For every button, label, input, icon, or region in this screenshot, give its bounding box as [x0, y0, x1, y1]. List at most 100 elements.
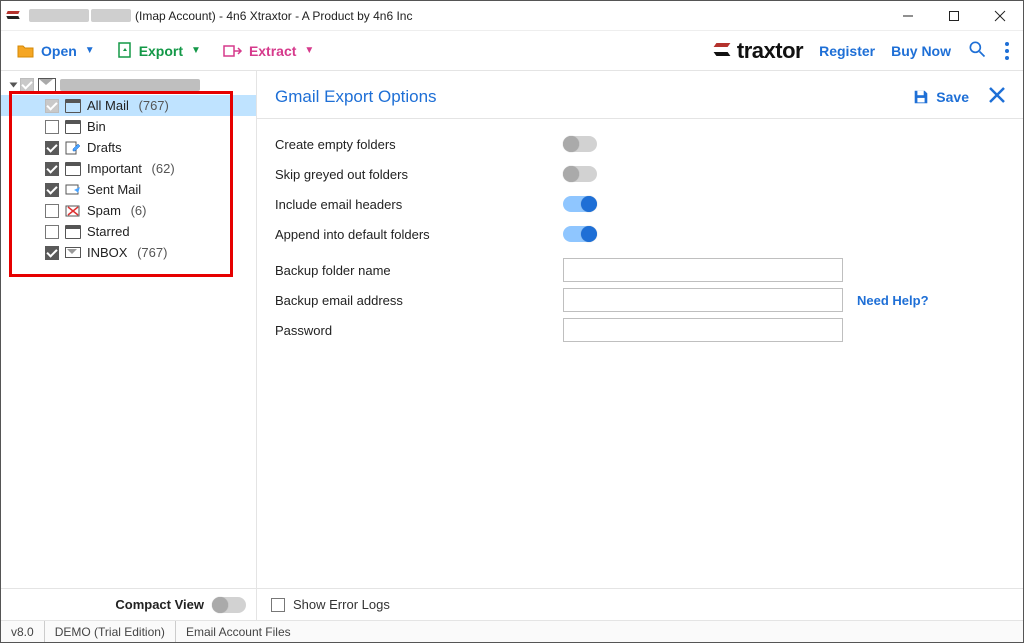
folder-item-all-mail[interactable]: All Mail (767) [1, 95, 256, 116]
mail-icon [38, 78, 56, 92]
folder-checkbox[interactable] [45, 225, 59, 239]
folder-count: (62) [148, 161, 175, 176]
account-root-node[interactable] [1, 75, 256, 95]
append-default-folders-toggle[interactable] [563, 226, 597, 242]
extract-icon [223, 43, 243, 59]
folder-sidebar: All Mail (767) Bin Drafts Important (62) Sen… [1, 71, 257, 620]
caret-down-icon: ▼ [191, 45, 201, 56]
more-options-button[interactable] [1005, 42, 1009, 60]
extract-button[interactable]: Extract ▼ [215, 39, 322, 63]
extract-label: Extract [249, 43, 296, 59]
folder-checkbox[interactable] [45, 246, 59, 260]
save-icon [912, 88, 930, 106]
panel-close-button[interactable] [987, 85, 1007, 108]
window-title: (Imap Account) - 4n6 Xtraxtor - A Produc… [135, 9, 412, 23]
skip-greyed-folders-label: Skip greyed out folders [275, 167, 563, 182]
password-input[interactable] [563, 318, 843, 342]
folder-checkbox[interactable] [45, 141, 59, 155]
compact-view-toggle[interactable] [212, 597, 246, 613]
folder-icon [65, 162, 81, 176]
compact-view-label: Compact View [115, 597, 204, 612]
folder-label: Sent Mail [87, 182, 141, 197]
caret-down-icon: ▼ [85, 45, 95, 56]
redacted-text [91, 9, 131, 22]
need-help-link[interactable]: Need Help? [857, 293, 929, 308]
window-minimize-button[interactable] [885, 1, 931, 31]
show-error-logs-checkbox[interactable] [271, 598, 285, 612]
backup-folder-label: Backup folder name [275, 263, 563, 278]
window-titlebar: (Imap Account) - 4n6 Xtraxtor - A Produc… [1, 1, 1023, 31]
folder-checkbox[interactable] [45, 99, 59, 113]
folder-label: Important [87, 161, 142, 176]
search-icon [967, 39, 987, 59]
search-button[interactable] [967, 39, 987, 62]
folder-label: Bin [87, 119, 106, 134]
logo-mark-icon [711, 39, 735, 63]
export-icon [117, 42, 133, 60]
append-default-folders-label: Append into default folders [275, 227, 563, 242]
root-checkbox[interactable] [20, 78, 34, 92]
folder-checkbox[interactable] [45, 204, 59, 218]
folder-checkbox[interactable] [45, 120, 59, 134]
include-headers-toggle[interactable] [563, 196, 597, 212]
folder-icon [65, 120, 81, 134]
skip-greyed-folders-toggle[interactable] [563, 166, 597, 182]
status-files: Email Account Files [176, 621, 301, 642]
folder-label: Spam [87, 203, 121, 218]
close-icon [987, 85, 1007, 105]
register-link[interactable]: Register [819, 43, 875, 59]
create-empty-folders-label: Create empty folders [275, 137, 563, 152]
app-icon [7, 8, 23, 24]
status-edition: DEMO (Trial Edition) [45, 621, 176, 642]
folder-count: (6) [127, 203, 147, 218]
drafts-icon [65, 141, 81, 155]
folder-count: (767) [133, 245, 167, 260]
folder-open-icon [17, 43, 35, 59]
folder-item-bin[interactable]: Bin [1, 116, 256, 137]
show-error-logs-label: Show Error Logs [293, 597, 390, 612]
folder-label: Drafts [87, 140, 122, 155]
buy-now-link[interactable]: Buy Now [891, 43, 951, 59]
status-version: v8.0 [1, 621, 45, 642]
folder-icon [65, 225, 81, 239]
save-label: Save [936, 89, 969, 105]
create-empty-folders-toggle[interactable] [563, 136, 597, 152]
folder-icon [65, 99, 81, 113]
backup-email-label: Backup email address [275, 293, 563, 308]
open-label: Open [41, 43, 77, 59]
folder-checkbox[interactable] [45, 162, 59, 176]
redacted-text [29, 9, 89, 22]
folder-label: INBOX [87, 245, 127, 260]
export-label: Export [139, 43, 183, 59]
password-label: Password [275, 323, 563, 338]
window-close-button[interactable] [977, 1, 1023, 31]
export-button[interactable]: Export ▼ [109, 38, 209, 64]
redacted-account-name [60, 79, 200, 91]
main-toolbar: Open ▼ Export ▼ Extract ▼ traxtor Regist… [1, 31, 1023, 71]
folder-checkbox[interactable] [45, 183, 59, 197]
open-button[interactable]: Open ▼ [9, 39, 103, 63]
folder-item-sent-mail[interactable]: Sent Mail [1, 179, 256, 200]
folder-label: Starred [87, 224, 130, 239]
folder-count: (767) [135, 98, 169, 113]
folder-item-spam[interactable]: Spam (6) [1, 200, 256, 221]
include-headers-label: Include email headers [275, 197, 563, 212]
sent-icon [65, 183, 81, 197]
folder-item-important[interactable]: Important (62) [1, 158, 256, 179]
folder-item-inbox[interactable]: INBOX (767) [1, 242, 256, 263]
save-button[interactable]: Save [912, 88, 969, 106]
status-bar: v8.0 DEMO (Trial Edition) Email Account … [1, 620, 1023, 642]
window-maximize-button[interactable] [931, 1, 977, 31]
backup-email-input[interactable] [563, 288, 843, 312]
folder-item-starred[interactable]: Starred [1, 221, 256, 242]
product-logo: traxtor [711, 38, 803, 64]
folder-label: All Mail [87, 98, 129, 113]
spam-icon [65, 204, 81, 218]
panel-title: Gmail Export Options [275, 87, 437, 107]
inbox-icon [65, 247, 81, 258]
backup-folder-input[interactable] [563, 258, 843, 282]
expand-icon [10, 83, 18, 88]
folder-item-drafts[interactable]: Drafts [1, 137, 256, 158]
logo-text: traxtor [737, 38, 803, 64]
caret-down-icon: ▼ [304, 45, 314, 56]
